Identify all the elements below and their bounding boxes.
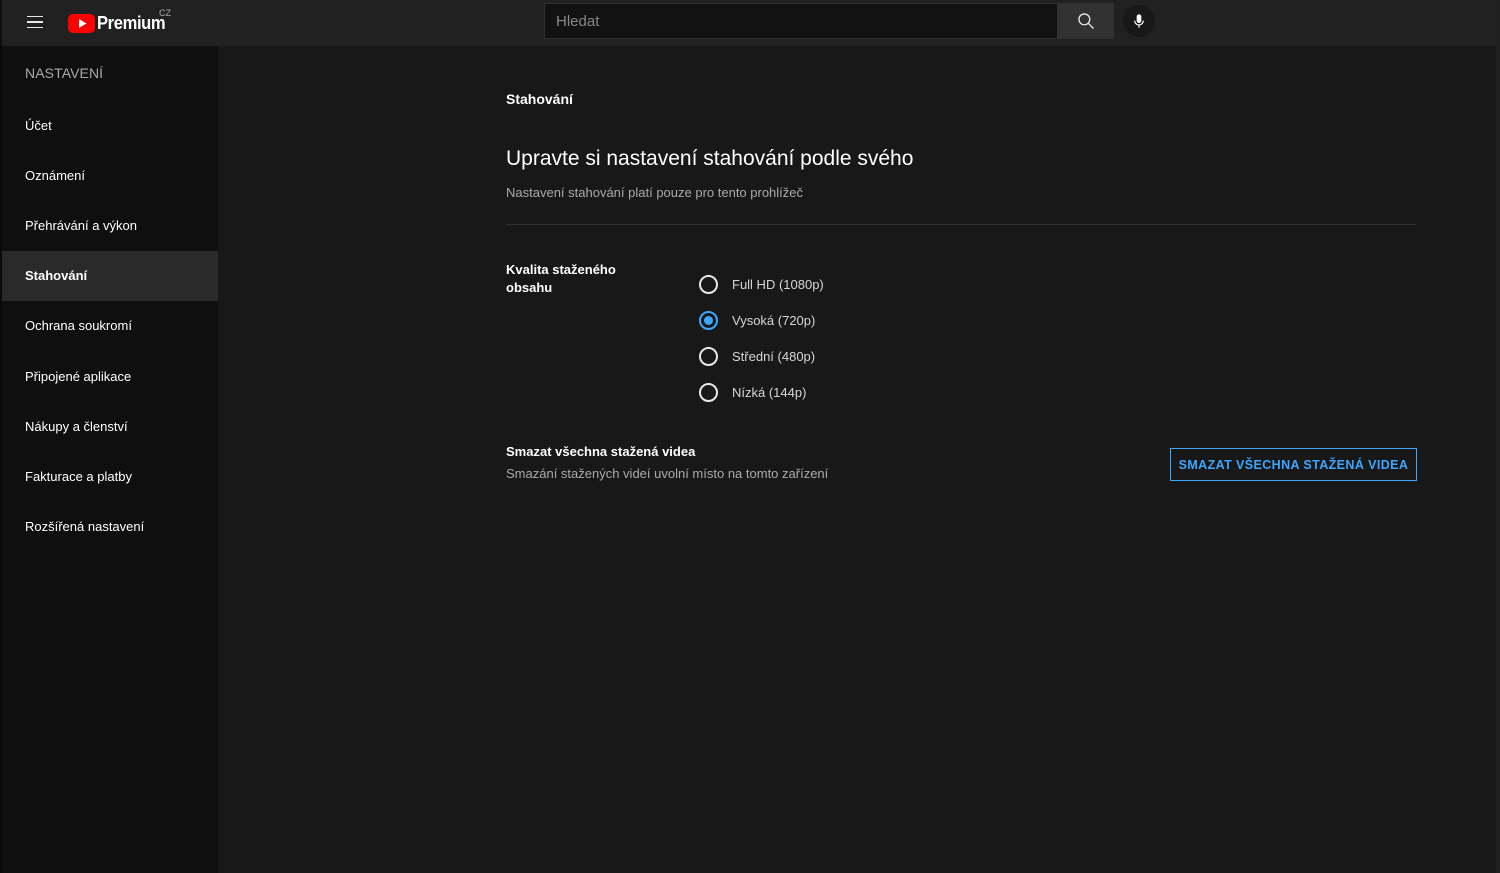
youtube-premium-logo[interactable]: Premium [68,11,171,35]
page-headline: Upravte si nastavení stahování podle své… [506,147,914,170]
divider [506,224,1416,225]
sidebar-item-notifications[interactable]: Oznámení [2,150,218,200]
radio-button[interactable] [699,274,718,294]
section-title: Stahování [506,91,573,107]
main-content: Stahování Upravte si nastavení stahování… [218,46,1500,873]
settings-sidebar: NASTAVENÍ Účet Oznámení Přehrávání a výk… [0,46,218,873]
sidebar-item-privacy[interactable]: Ochrana soukromí [2,301,218,351]
search-button[interactable] [1057,3,1114,39]
search-icon [1077,13,1094,29]
sidebar-title: NASTAVENÍ [25,65,104,81]
radio-label: Full HD (1080p) [732,276,824,292]
sidebar-item-advanced[interactable]: Rozšířená nastavení [2,502,218,552]
hamburger-icon [27,15,43,18]
hamburger-icon-line [27,21,43,23]
sidebar-list: Účet Oznámení Přehrávání a výkon Stahová… [2,100,218,552]
hamburger-menu-button[interactable] [22,8,50,36]
radio-button[interactable] [699,346,718,366]
quality-option-480p[interactable]: Střední (480p) [698,338,824,374]
delete-downloads-title: Smazat všechna stažená videa [506,444,696,459]
logo-text: Premium [97,12,166,33]
sidebar-item-connected-apps[interactable]: Připojené aplikace [2,351,218,401]
country-code: CZ [159,8,171,18]
quality-option-1080p[interactable]: Full HD (1080p) [698,266,824,302]
quality-option-720p[interactable]: Vysoká (720p) [698,302,824,338]
hamburger-icon-line [27,26,43,29]
sidebar-item-downloads[interactable]: Stahování [2,250,218,301]
download-quality-radio-group: Full HD (1080p) Vysoká (720p) Střední (4… [698,266,824,410]
delete-all-downloads-button[interactable]: SMAZAT VŠECHNA STAŽENÁ VIDEA [1170,448,1417,481]
radio-button-selected[interactable] [699,310,718,330]
download-quality-label: Kvalita staženého obsahu [506,262,616,295]
voice-search-button[interactable] [1123,5,1155,37]
microphone-icon [1134,14,1144,28]
radio-label: Střední (480p) [732,348,816,364]
top-bar: Premium CZ [0,0,1500,46]
sidebar-item-playback[interactable]: Přehrávání a výkon [2,200,218,250]
page-subtext: Nastavení stahování platí pouze pro tent… [506,185,804,200]
radio-label: Nízká (144p) [732,384,807,400]
search-input[interactable] [544,3,1058,39]
radio-button[interactable] [699,382,718,402]
sidebar-item-purchases[interactable]: Nákupy a členství [2,401,218,451]
delete-downloads-description: Smazání stažených videí uvolní místo na … [506,466,829,481]
quality-option-144p[interactable]: Nízká (144p) [698,374,824,410]
window-edge [1496,0,1500,873]
sidebar-item-account[interactable]: Účet [2,100,218,150]
sidebar-item-billing[interactable]: Fakturace a platby [2,451,218,501]
youtube-play-icon [68,13,95,33]
radio-label: Vysoká (720p) [732,312,816,328]
